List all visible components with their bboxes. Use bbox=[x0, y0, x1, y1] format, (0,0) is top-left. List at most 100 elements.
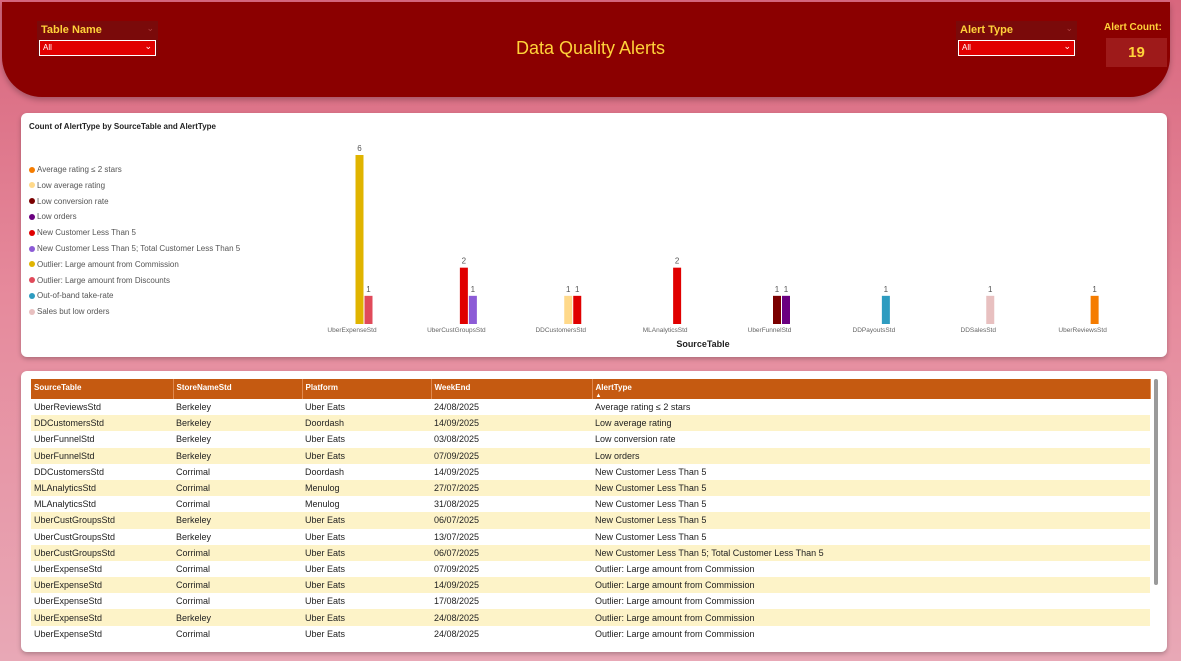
chevron-down-icon[interactable]: ⌄ bbox=[146, 23, 154, 34]
chevron-down-icon[interactable]: ⌄ bbox=[1063, 41, 1071, 52]
table-cell: DDCustomersStd bbox=[34, 466, 105, 477]
table-cell: UberExpenseStd bbox=[34, 628, 103, 639]
bar-chart[interactable]: 61UberExpenseStd21UberCustGroupsStd1 1DDC… bbox=[21, 113, 1167, 357]
table-cell: UberReviewsStd bbox=[34, 402, 102, 413]
table-cell: 24/08/2025 bbox=[434, 628, 480, 639]
table-row[interactable]: MLAnalyticsStd Corrimal Menulog 31/08/2025 N… bbox=[31, 496, 1150, 512]
table-row[interactable]: UberExpenseStd Corrimal Uber Eats 14/09/202… bbox=[31, 577, 1150, 594]
table-cell: Uber Eats bbox=[302, 544, 431, 561]
table-cell: Berkeley bbox=[176, 434, 212, 445]
table-cell: 07/09/2025 bbox=[431, 447, 592, 464]
x-axis-title: SourceTable bbox=[676, 339, 729, 349]
table-cell: Menulog bbox=[305, 499, 340, 510]
bar-data-label: 1 bbox=[784, 285, 789, 294]
table-row[interactable]: UberExpenseStd Corrimal Uber Eats 24/08/202… bbox=[31, 626, 1150, 642]
table-cell: MLAnalyticsStd bbox=[31, 479, 173, 497]
chart-bar[interactable] bbox=[564, 295, 573, 324]
table-cell: Berkeley bbox=[173, 609, 302, 626]
table-row[interactable]: UberCustGroupsStd Berkeley Uber Eats 13/07/… bbox=[31, 529, 1150, 545]
table-cell: Uber Eats bbox=[305, 531, 346, 542]
table-cell: UberExpenseStd bbox=[34, 596, 103, 607]
table-cell: UberFunnelStd bbox=[34, 434, 95, 445]
x-tick-label: UberCustGroupsStd bbox=[427, 327, 486, 334]
table-row[interactable]: MLAnalyticsStd Corrimal Menulog 27/07/2025 N… bbox=[31, 479, 1150, 497]
column-header[interactable]: SourceTable bbox=[31, 379, 174, 399]
table-cell: New Customer Less Than 5 bbox=[592, 512, 1150, 529]
column-header[interactable]: WeekEnd bbox=[431, 379, 593, 399]
table-cell: UberCustGroupsStd bbox=[31, 544, 173, 561]
chart-bar[interactable] bbox=[364, 295, 373, 324]
table-cell: 07/09/2025 bbox=[434, 563, 480, 574]
chart-bar[interactable] bbox=[673, 267, 682, 324]
table-cell: Berkeley bbox=[173, 447, 302, 464]
table-cell: Uber Eats bbox=[302, 577, 431, 594]
table-cell: Corrimal bbox=[173, 479, 302, 497]
table-cell: Menulog bbox=[302, 479, 431, 497]
alert-type-dropdown[interactable]: All ⌄ bbox=[958, 40, 1075, 56]
table-cell: Uber Eats bbox=[305, 628, 346, 639]
table-cell: Low conversion rate bbox=[595, 434, 676, 445]
column-header-label: AlertType bbox=[595, 383, 632, 392]
chart-bar[interactable] bbox=[986, 295, 995, 324]
table-cell: Corrimal bbox=[173, 577, 302, 594]
table-cell: New Customer Less Than 5 bbox=[595, 466, 707, 477]
table-row[interactable]: UberExpenseStd Corrimal Uber Eats 17/08/202… bbox=[31, 593, 1150, 609]
table-cell: Average rating ≤ 2 stars bbox=[595, 402, 691, 413]
table-cell: Outlier: Large amount from Commission bbox=[595, 628, 755, 639]
table-cell: Corrimal bbox=[176, 466, 211, 477]
bar-data-label: 1 bbox=[566, 285, 571, 294]
table-cell: Uber Eats bbox=[305, 563, 346, 574]
table-cell: Berkeley bbox=[173, 415, 302, 432]
table-row[interactable]: DDCustomersStd Berkeley Doordash 14/09/2025… bbox=[31, 415, 1150, 432]
chart-bar[interactable] bbox=[468, 295, 477, 324]
chart-bar[interactable] bbox=[881, 295, 890, 324]
table-cell: 06/07/2025 bbox=[431, 512, 592, 529]
table-row[interactable]: UberExpenseStd Corrimal Uber Eats 07/09/202… bbox=[31, 561, 1150, 577]
table-cell: Doordash bbox=[302, 415, 431, 432]
table-cell: MLAnalyticsStd bbox=[34, 499, 97, 510]
table-row[interactable]: UberExpenseStd Berkeley Uber Eats 24/08/202… bbox=[31, 609, 1150, 626]
x-tick-label: UberExpenseStd bbox=[327, 327, 377, 334]
table-cell: 03/08/2025 bbox=[434, 434, 480, 445]
table-cell: Outlier: Large amount from Commission bbox=[595, 563, 755, 574]
table-cell: Corrimal bbox=[176, 499, 211, 510]
column-header[interactable]: StoreNameStd bbox=[173, 379, 303, 399]
table-cell: Corrimal bbox=[176, 596, 211, 607]
table-cell: UberExpenseStd bbox=[31, 577, 173, 594]
alert-count-value: 19 bbox=[1106, 38, 1167, 67]
table-cell: UberExpenseStd bbox=[34, 563, 103, 574]
table-cell: Uber Eats bbox=[302, 609, 431, 626]
column-header-label: Platform bbox=[305, 383, 338, 392]
bar-data-label: 2 bbox=[462, 257, 467, 266]
chart-bar[interactable] bbox=[773, 295, 781, 324]
table-row[interactable]: UberFunnelStd Berkeley Uber Eats 07/09/2025… bbox=[31, 447, 1150, 464]
column-header[interactable]: AlertType ▲ bbox=[592, 379, 1151, 399]
table-scrollbar[interactable] bbox=[1154, 379, 1158, 585]
table-cell: 17/08/2025 bbox=[434, 596, 480, 607]
chart-bar[interactable] bbox=[355, 155, 364, 324]
alert-type-slicer[interactable]: Alert Type ⌄ All ⌄ bbox=[956, 21, 1077, 56]
bar-data-label: 6 bbox=[357, 144, 362, 153]
alert-type-slicer-label: Alert Type bbox=[960, 24, 1013, 36]
table-cell: Low orders bbox=[592, 447, 1150, 464]
chart-bar[interactable] bbox=[573, 295, 582, 324]
table-cell: UberCustGroupsStd bbox=[31, 512, 173, 529]
chevron-down-icon[interactable]: ⌄ bbox=[1065, 23, 1073, 34]
chart-bar[interactable] bbox=[1090, 295, 1099, 324]
chart-bar[interactable] bbox=[782, 295, 790, 324]
column-header[interactable]: Platform bbox=[302, 379, 432, 399]
table-row[interactable]: UberCustGroupsStd Berkeley Uber Eats 06/07/… bbox=[31, 512, 1150, 529]
table-row[interactable]: UberReviewsStd Berkeley Uber Eats 24/08/202… bbox=[31, 399, 1150, 415]
x-tick-label: DDCustomersStd bbox=[535, 327, 586, 334]
table-cell: Berkeley bbox=[176, 402, 212, 413]
table-header-row: SourceTable StoreNameStd Platform WeekEnd Al… bbox=[31, 379, 1151, 399]
table-row[interactable]: UberCustGroupsStd Corrimal Uber Eats 06/07/… bbox=[31, 544, 1150, 561]
chart-bar[interactable] bbox=[459, 267, 468, 324]
alert-type-value: All bbox=[962, 43, 971, 52]
table-cell: Uber Eats bbox=[302, 512, 431, 529]
table-cell: 31/08/2025 bbox=[434, 499, 480, 510]
table-row[interactable]: DDCustomersStd Corrimal Doordash 14/09/2025… bbox=[31, 464, 1150, 480]
table-row[interactable]: UberFunnelStd Berkeley Uber Eats 03/08/2025… bbox=[31, 431, 1150, 447]
x-tick-label: UberReviewsStd bbox=[1058, 327, 1107, 334]
table-cell: New Customer Less Than 5 bbox=[595, 531, 707, 542]
